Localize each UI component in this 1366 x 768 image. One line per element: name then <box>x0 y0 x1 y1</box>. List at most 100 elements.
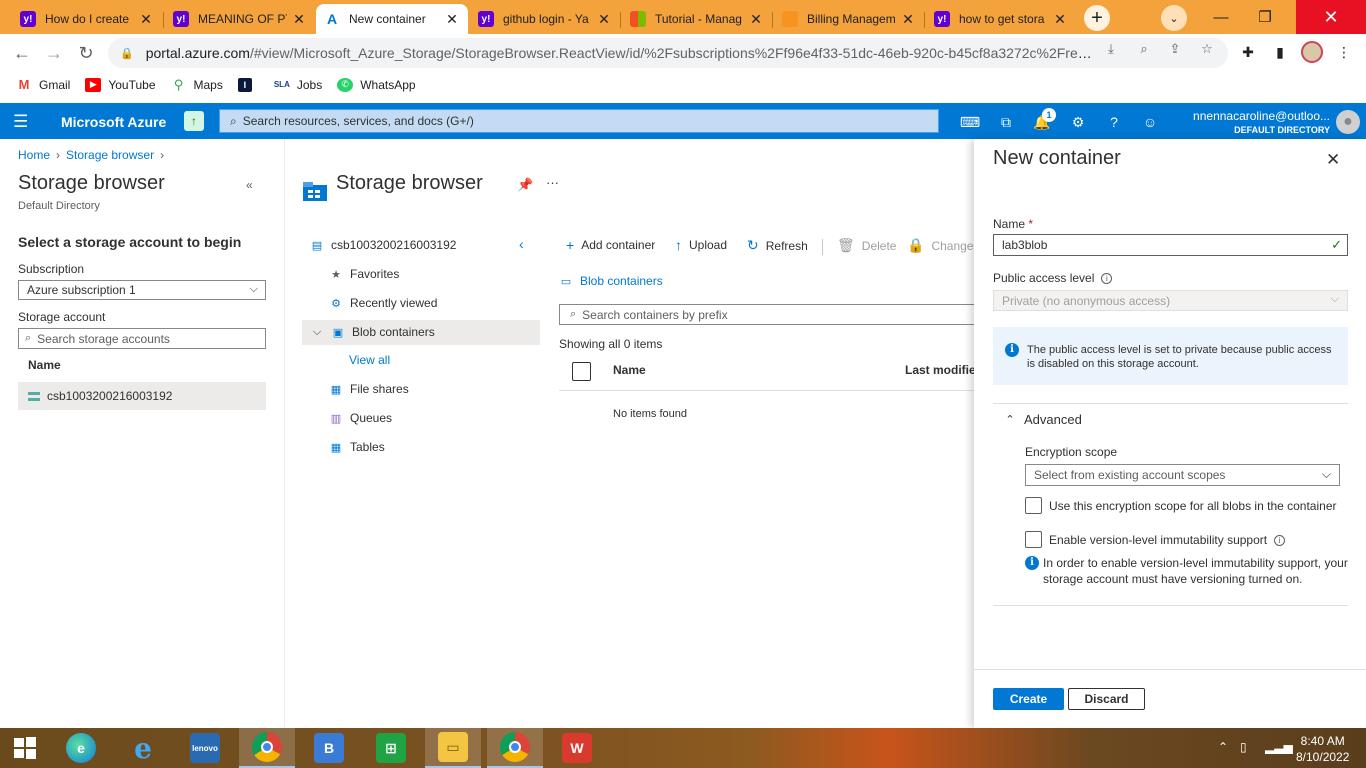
upgrade-icon[interactable]: ↑ <box>184 111 204 131</box>
close-icon[interactable]: ✕ <box>748 11 764 28</box>
taskbar-clock[interactable]: 8:40 AM 8/10/2022 <box>1296 733 1349 765</box>
edge-icon[interactable]: e <box>53 728 109 768</box>
browser-tab[interactable]: Tutorial - Manag ✕ <box>622 4 772 34</box>
address-bar[interactable]: 🔒 portal.azure.com/#view/Microsoft_Azure… <box>108 38 1228 68</box>
breadcrumb-home[interactable]: Home <box>18 148 50 162</box>
tree-tables[interactable]: ▦ Tables <box>329 440 385 454</box>
close-icon[interactable]: ✕ <box>444 11 460 28</box>
refresh-button[interactable]: ↻ Refresh <box>747 237 808 254</box>
create-button[interactable]: Create <box>993 688 1064 710</box>
store-icon[interactable]: ⊞ <box>363 728 419 768</box>
reload-icon[interactable]: ↻ <box>73 41 99 65</box>
more-options-icon[interactable]: ··· <box>546 175 559 190</box>
discard-button[interactable]: Discard <box>1068 688 1145 710</box>
bookmark-gmail[interactable]: M Gmail <box>16 77 71 92</box>
encryption-scope-dropdown[interactable]: Select from existing account scopes ⌵ <box>1025 464 1340 486</box>
upload-button[interactable]: ↑ Upload <box>675 237 727 253</box>
change-access-button[interactable]: 🔒 Change a <box>907 237 983 254</box>
pin-icon[interactable]: 📌 <box>517 177 533 193</box>
new-tab-plus-icon[interactable]: + <box>1084 5 1110 31</box>
lenovo-icon[interactable]: lenovo <box>177 728 233 768</box>
side-panel-icon[interactable]: ▮ <box>1269 41 1291 63</box>
user-avatar[interactable]: ● <box>1336 110 1360 134</box>
share-icon[interactable]: ⇪ <box>1166 40 1184 58</box>
browser-tab[interactable]: y! How do I create ✕ <box>12 4 162 34</box>
more-menu-icon[interactable]: ⋮ <box>1333 41 1355 63</box>
restore-icon[interactable]: ❐ <box>1240 0 1290 34</box>
browser-tab[interactable]: Billing Managem ✕ <box>774 4 924 34</box>
close-icon[interactable]: ✕ <box>900 11 916 28</box>
install-icon[interactable]: ⤓ <box>1102 40 1120 58</box>
help-icon[interactable]: ? <box>1104 112 1124 132</box>
container-search-input[interactable]: ⌕ Search containers by prefix <box>559 304 974 325</box>
settings-gear-icon[interactable]: ⚙ <box>1068 112 1088 132</box>
close-icon[interactable]: ✕ <box>1326 150 1340 170</box>
breadcrumb-storage-browser[interactable]: Storage browser <box>66 148 154 162</box>
chevron-down-icon[interactable]: ⌄ <box>1161 5 1187 31</box>
advanced-section-toggle[interactable]: ⌃ Advanced <box>1003 412 1081 427</box>
url-text[interactable]: portal.azure.com/#view/Microsoft_Azure_S… <box>146 45 1098 61</box>
name-column-header[interactable]: Name <box>613 363 646 377</box>
version-immutability-label[interactable]: Enable version-level immutability suppor… <box>1049 533 1286 547</box>
bookmark-whatsapp[interactable]: ✆ WhatsApp <box>337 77 416 92</box>
info-circle-icon[interactable]: i <box>1101 272 1113 284</box>
directory-filter-icon[interactable]: ⧉ <box>996 112 1016 132</box>
window-close-icon[interactable]: ✕ <box>1296 0 1366 34</box>
cloud-shell-icon[interactable]: ⌨ <box>960 112 980 132</box>
azure-brand[interactable]: Microsoft Azure <box>61 114 166 130</box>
global-search-input[interactable]: ⌕ Search resources, services, and docs (… <box>219 109 939 133</box>
storage-account-search-input[interactable]: ⌕ Search storage accounts <box>18 328 266 349</box>
back-arrow-icon[interactable]: ← <box>9 41 35 65</box>
browser-tab-active[interactable]: A New container ✕ <box>316 4 468 34</box>
zoom-icon[interactable]: ⌕ <box>1135 40 1153 58</box>
minimize-icon[interactable]: — <box>1196 0 1246 34</box>
internet-explorer-icon[interactable]: e <box>115 728 171 768</box>
forward-arrow-icon[interactable]: → <box>41 41 67 65</box>
close-icon[interactable]: ✕ <box>291 11 307 28</box>
browser-tab[interactable]: y! github login - Ya ✕ <box>470 4 620 34</box>
account-menu[interactable]: nnennacaroline@outloo... DEFAULT DIRECTO… <box>1193 109 1330 135</box>
blob-containers-breadcrumb[interactable]: ▭ Blob containers <box>559 274 663 288</box>
last-modified-column-header[interactable]: Last modified <box>905 363 983 377</box>
delete-button[interactable]: 🗑 Delete <box>837 237 896 254</box>
bookmark-jobs[interactable]: SLA Jobs <box>274 78 322 92</box>
chevron-up-icon[interactable]: ⌃ <box>1218 740 1228 754</box>
extensions-puzzle-icon[interactable]: ✚ <box>1237 41 1259 63</box>
add-container-button[interactable]: + Add container <box>566 237 655 253</box>
battery-icon[interactable]: ▯ <box>1240 740 1247 754</box>
container-name-input[interactable]: lab3blob ✓ <box>993 234 1348 256</box>
version-immutability-checkbox[interactable] <box>1025 531 1042 548</box>
windows-start-icon[interactable] <box>0 728 50 768</box>
video-app-icon[interactable]: B <box>301 728 357 768</box>
tree-blob-containers[interactable]: ⌵ ▣ Blob containers <box>310 325 435 339</box>
subscription-dropdown[interactable]: Azure subscription 1 ⌵ <box>18 280 266 300</box>
tree-queues[interactable]: ▥ Queues <box>329 411 392 425</box>
close-icon[interactable]: ✕ <box>596 11 612 28</box>
select-all-checkbox[interactable] <box>572 362 591 381</box>
bookmark-star-icon[interactable]: ☆ <box>1198 40 1216 58</box>
bookmark-youtube[interactable]: ▶ YouTube <box>85 77 156 92</box>
tree-view-all-link[interactable]: View all <box>349 353 390 367</box>
feedback-icon[interactable]: ☺ <box>1140 112 1160 132</box>
collapse-double-chevron-icon[interactable]: « <box>246 178 253 192</box>
bookmark-maps[interactable]: ⚲ Maps <box>171 77 223 92</box>
tree-favorites[interactable]: ★ Favorites <box>329 267 399 281</box>
tree-file-shares[interactable]: ▦ File shares <box>329 382 409 396</box>
encryption-scope-all-blobs-checkbox[interactable] <box>1025 497 1042 514</box>
hamburger-menu-icon[interactable]: ☰ <box>13 112 28 132</box>
tree-recently-viewed[interactable]: ⚙ Recently viewed <box>329 296 437 310</box>
browser-tab[interactable]: y! how to get stora ✕ <box>926 4 1076 34</box>
close-icon[interactable]: ✕ <box>138 11 154 28</box>
collapse-tree-chevron-icon[interactable]: ‹ <box>519 236 524 252</box>
bookmark-item[interactable]: I <box>237 77 259 92</box>
close-icon[interactable]: ✕ <box>1052 11 1068 28</box>
profile-avatar[interactable] <box>1301 41 1323 63</box>
chrome-icon[interactable] <box>239 728 295 768</box>
encryption-scope-all-blobs-label[interactable]: Use this encryption scope for all blobs … <box>1049 499 1337 513</box>
tree-storage-account[interactable]: ▤ csb1003200216003192 <box>310 238 457 252</box>
wifi-signal-icon[interactable]: ▂▃▅ <box>1265 740 1293 754</box>
browser-tab[interactable]: y! MEANING OF PT ✕ <box>165 4 315 34</box>
info-circle-icon[interactable]: i <box>1274 534 1286 546</box>
chrome-profile-icon[interactable] <box>487 728 543 768</box>
storage-account-row[interactable]: csb1003200216003192 <box>18 382 266 410</box>
